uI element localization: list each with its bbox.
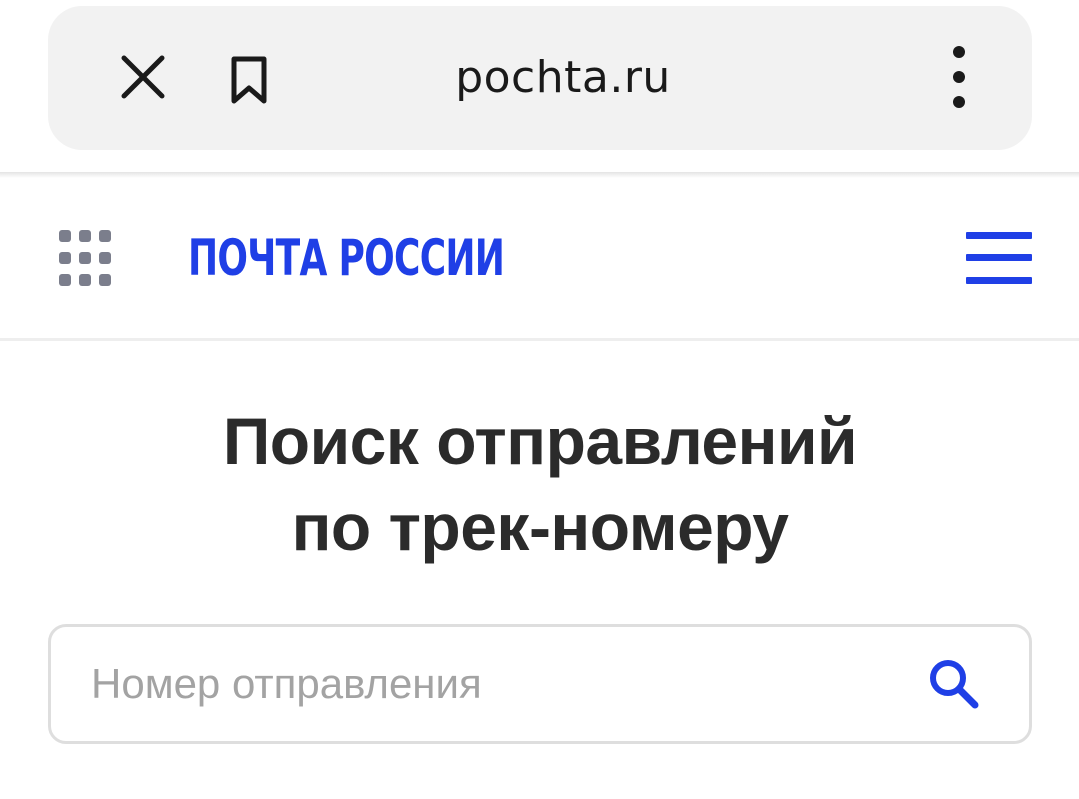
address-bar-url[interactable]: pochta.ru (408, 48, 718, 108)
hamburger-menu-icon[interactable] (966, 230, 1032, 286)
apps-grid-icon[interactable] (59, 230, 111, 286)
tracking-number-input[interactable] (91, 647, 891, 721)
bookmark-icon[interactable] (229, 54, 269, 106)
more-vertical-icon[interactable] (943, 44, 975, 114)
pochta-logo[interactable]: ПОЧТА РОССИИ (188, 218, 505, 298)
page-title: Поиск отправлений по трек-номеру (90, 398, 990, 570)
page: pochta.ru ПОЧТА РОССИИ Поиск отправлений… (0, 0, 1079, 799)
page-title-line-2: по трек-номеру (291, 490, 789, 564)
close-icon[interactable] (120, 54, 166, 100)
browser-toolbar: pochta.ru (48, 6, 1032, 150)
search-icon[interactable] (927, 657, 983, 713)
tracking-search-box (48, 624, 1032, 744)
site-header: ПОЧТА РОССИИ (0, 178, 1079, 338)
page-title-line-1: Поиск отправлений (222, 404, 858, 478)
header-divider (0, 338, 1079, 341)
